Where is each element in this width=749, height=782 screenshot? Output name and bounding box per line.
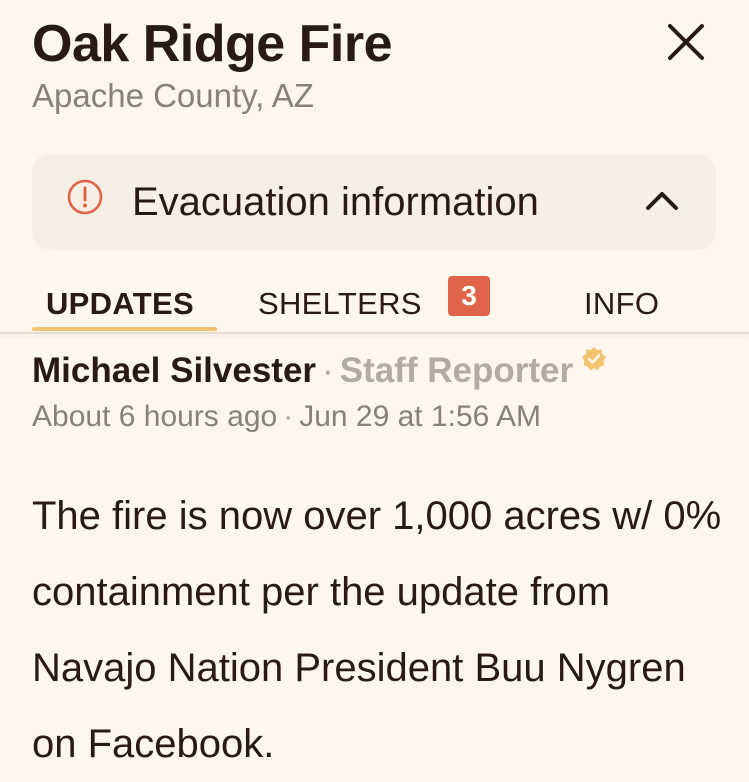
relative-time: About 6 hours ago	[32, 400, 278, 433]
evacuation-info-label: Evacuation information	[132, 180, 539, 224]
post-date: Jun 29 at 1:56 AM	[299, 400, 542, 433]
tab-bar: UPDATES SHELTERS 3 INFO	[0, 268, 749, 332]
active-tab-indicator	[32, 327, 217, 331]
tab-divider	[0, 332, 749, 334]
post-byline: Michael Silvester · Staff Reporter	[32, 346, 722, 393]
tab-shelters[interactable]: SHELTERS	[258, 286, 422, 322]
update-post: Michael Silvester · Staff Reporter About 6…	[32, 346, 722, 437]
close-icon	[668, 24, 704, 60]
alert-circle-icon	[67, 179, 103, 215]
page-title: Oak Ridge Fire	[32, 15, 393, 73]
verified-badge-icon	[582, 347, 607, 371]
chevron-up-icon	[646, 192, 678, 210]
tab-info[interactable]: INFO	[584, 286, 659, 322]
header: Oak Ridge Fire Apache County, AZ	[32, 14, 717, 116]
tab-updates[interactable]: UPDATES	[46, 286, 194, 322]
page-subtitle: Apache County, AZ	[32, 77, 314, 114]
author-name[interactable]: Michael Silvester	[32, 351, 316, 390]
shelters-count-badge: 3	[448, 276, 490, 316]
close-button[interactable]	[662, 18, 710, 66]
post-timestamp: About 6 hours ago · Jun 29 at 1:56 AM	[32, 397, 722, 437]
evacuation-info-toggle[interactable]: Evacuation information	[32, 154, 716, 250]
post-body: The fire is now over 1,000 acres w/ 0% c…	[32, 494, 722, 766]
meta-separator: ·	[283, 400, 294, 433]
author-role: Staff Reporter	[339, 351, 574, 390]
byline-separator: ·	[322, 351, 334, 390]
